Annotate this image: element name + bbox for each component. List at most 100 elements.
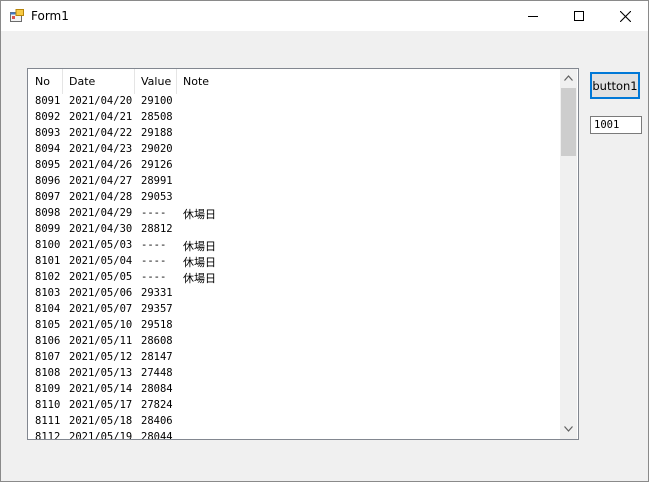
cell-value: ---- xyxy=(141,255,167,267)
cell-date: 2021/05/11 xyxy=(69,335,133,347)
table-row[interactable]: 8111 2021/05/18 28406 xyxy=(28,414,560,430)
table-row[interactable]: 8098 2021/04/29 ---- 休場日 xyxy=(28,206,560,222)
form-window: Form1 No Date Value Note 8091 2021/04/20… xyxy=(0,0,649,482)
data-list-view[interactable]: No Date Value Note 8091 2021/04/20 29100 80… xyxy=(27,68,579,440)
cell-no: 8101 xyxy=(35,255,61,267)
list-rows: 8091 2021/04/20 29100 8092 2021/04/21 28508 80… xyxy=(28,94,560,440)
cell-no: 8111 xyxy=(35,415,61,427)
cell-no: 8105 xyxy=(35,319,61,331)
cell-date: 2021/04/20 xyxy=(69,95,133,107)
table-row[interactable]: 8109 2021/05/14 28084 xyxy=(28,382,560,398)
title-bar[interactable]: Form1 xyxy=(1,1,648,31)
cell-value: 28147 xyxy=(141,351,173,363)
cell-value: ---- xyxy=(141,207,167,219)
cell-no: 8097 xyxy=(35,191,61,203)
cell-no: 8091 xyxy=(35,95,61,107)
table-row[interactable]: 8093 2021/04/22 29188 xyxy=(28,126,560,142)
cell-no: 8100 xyxy=(35,239,61,251)
table-row[interactable]: 8095 2021/04/26 29126 xyxy=(28,158,560,174)
close-icon xyxy=(619,10,631,22)
cell-value: 28406 xyxy=(141,415,173,427)
maximize-button[interactable] xyxy=(556,1,602,31)
cell-no: 8093 xyxy=(35,127,61,139)
table-row[interactable]: 8101 2021/05/04 ---- 休場日 xyxy=(28,254,560,270)
cell-value: 27824 xyxy=(141,399,173,411)
cell-no: 8109 xyxy=(35,383,61,395)
cell-no: 8102 xyxy=(35,271,61,283)
chevron-up-icon xyxy=(564,74,573,81)
cell-value: 27448 xyxy=(141,367,173,379)
cell-date: 2021/05/17 xyxy=(69,399,133,411)
maximize-icon xyxy=(574,11,584,21)
cell-date: 2021/04/27 xyxy=(69,175,133,187)
cell-value: 29331 xyxy=(141,287,173,299)
cell-no: 8103 xyxy=(35,287,61,299)
column-header-date[interactable]: Date xyxy=(62,69,134,94)
cell-value: 29053 xyxy=(141,191,173,203)
cell-no: 8106 xyxy=(35,335,61,347)
cell-no: 8110 xyxy=(35,399,61,411)
table-row[interactable]: 8102 2021/05/05 ---- 休場日 xyxy=(28,270,560,286)
cell-value: 29357 xyxy=(141,303,173,315)
cell-no: 8094 xyxy=(35,143,61,155)
cell-date: 2021/04/29 xyxy=(69,207,133,219)
table-row[interactable]: 8107 2021/05/12 28147 xyxy=(28,350,560,366)
cell-value: ---- xyxy=(141,239,167,251)
minimize-icon xyxy=(528,16,538,17)
cell-date: 2021/05/03 xyxy=(69,239,133,251)
cell-date: 2021/04/26 xyxy=(69,159,133,171)
cell-no: 8098 xyxy=(35,207,61,219)
column-header-note[interactable]: Note xyxy=(176,69,276,94)
cell-date: 2021/05/12 xyxy=(69,351,133,363)
table-row[interactable]: 8097 2021/04/28 29053 xyxy=(28,190,560,206)
column-header-no[interactable]: No xyxy=(28,69,62,94)
scroll-up-button[interactable] xyxy=(560,69,577,86)
cell-date: 2021/05/10 xyxy=(69,319,133,331)
chevron-down-icon xyxy=(564,425,573,432)
table-row[interactable]: 8094 2021/04/23 29020 xyxy=(28,142,560,158)
table-row[interactable]: 8099 2021/04/30 28812 xyxy=(28,222,560,238)
table-row[interactable]: 8091 2021/04/20 29100 xyxy=(28,94,560,110)
list-header: No Date Value Note xyxy=(28,69,560,94)
close-button[interactable] xyxy=(602,1,648,31)
cell-no: 8104 xyxy=(35,303,61,315)
cell-date: 2021/05/05 xyxy=(69,271,133,283)
minimize-button[interactable] xyxy=(510,1,556,31)
cell-date: 2021/04/30 xyxy=(69,223,133,235)
table-row[interactable]: 8105 2021/05/10 29518 xyxy=(28,318,560,334)
cell-date: 2021/05/04 xyxy=(69,255,133,267)
cell-value: 29100 xyxy=(141,95,173,107)
table-row[interactable]: 8103 2021/05/06 29331 xyxy=(28,286,560,302)
cell-value: 29518 xyxy=(141,319,173,331)
cell-date: 2021/04/22 xyxy=(69,127,133,139)
cell-no: 8095 xyxy=(35,159,61,171)
scroll-thumb[interactable] xyxy=(561,88,576,156)
cell-value: ---- xyxy=(141,271,167,283)
scroll-down-button[interactable] xyxy=(560,420,577,437)
cell-date: 2021/05/18 xyxy=(69,415,133,427)
cell-value: 28084 xyxy=(141,383,173,395)
cell-date: 2021/05/07 xyxy=(69,303,133,315)
number-textbox[interactable]: 1001 xyxy=(590,116,642,134)
cell-no: 8096 xyxy=(35,175,61,187)
cell-note: 休場日 xyxy=(183,272,216,285)
cell-no: 8112 xyxy=(35,431,61,440)
cell-date: 2021/04/21 xyxy=(69,111,133,123)
table-row[interactable]: 8096 2021/04/27 28991 xyxy=(28,174,560,190)
table-row[interactable]: 8110 2021/05/17 27824 xyxy=(28,398,560,414)
table-row[interactable]: 8112 2021/05/19 28044 xyxy=(28,430,560,440)
cell-date: 2021/05/19 xyxy=(69,431,133,440)
cell-date: 2021/04/23 xyxy=(69,143,133,155)
table-row[interactable]: 8104 2021/05/07 29357 xyxy=(28,302,560,318)
cell-value: 29126 xyxy=(141,159,173,171)
table-row[interactable]: 8108 2021/05/13 27448 xyxy=(28,366,560,382)
table-row[interactable]: 8106 2021/05/11 28608 xyxy=(28,334,560,350)
table-row[interactable]: 8092 2021/04/21 28508 xyxy=(28,110,560,126)
vertical-scrollbar[interactable] xyxy=(560,69,577,439)
table-row[interactable]: 8100 2021/05/03 ---- 休場日 xyxy=(28,238,560,254)
button1[interactable]: button1 xyxy=(590,72,640,99)
cell-value: 28044 xyxy=(141,431,173,440)
cell-value: 28991 xyxy=(141,175,173,187)
column-header-value[interactable]: Value xyxy=(134,69,176,94)
cell-note: 休場日 xyxy=(183,256,216,269)
